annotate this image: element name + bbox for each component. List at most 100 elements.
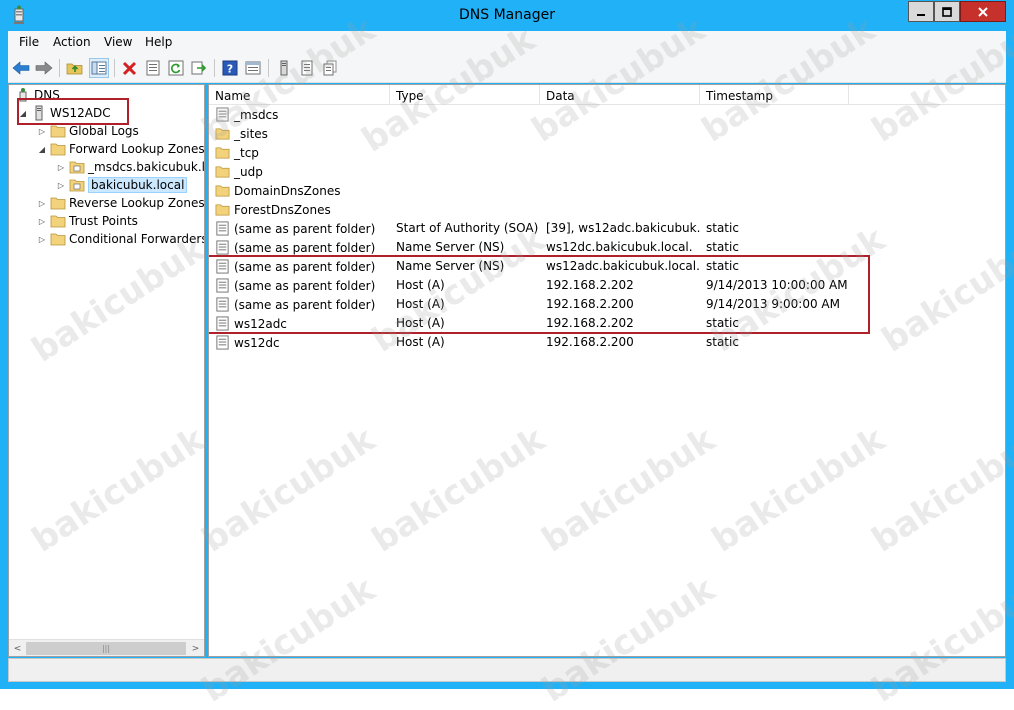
refresh-button[interactable]: [166, 58, 186, 78]
zone-folder-icon: [216, 107, 229, 122]
record-name: _tcp: [234, 145, 259, 160]
menu-file[interactable]: File: [19, 35, 39, 49]
table-row[interactable]: (same as parent folder) Host (A) 192.168…: [209, 276, 1005, 295]
scroll-thumb[interactable]: |||: [26, 642, 186, 655]
record-timestamp: static: [706, 259, 739, 273]
record-timestamp: static: [706, 221, 739, 235]
tree-label: Global Logs: [69, 124, 139, 138]
record-data: [39], ws12adc.bakicubuk.l...: [546, 221, 701, 235]
toolbar-separator: [268, 59, 269, 77]
record-type: Host (A): [396, 316, 445, 330]
record-data: 192.168.2.200: [546, 297, 634, 311]
up-folder-icon: [66, 63, 83, 75]
table-row[interactable]: DomainDnsZones: [209, 181, 1005, 200]
maximize-icon: [942, 6, 952, 17]
record-timestamp: static: [706, 240, 739, 254]
column-header-type[interactable]: Type: [390, 85, 540, 105]
title-bar[interactable]: DNS Manager: [0, 0, 1014, 31]
record-name: ForestDnsZones: [234, 202, 331, 217]
zone-icon: [69, 179, 85, 192]
collapsed-arrow-icon[interactable]: ▷: [55, 179, 67, 191]
show-hide-tree-button[interactable]: [89, 58, 109, 78]
toolbar: ?: [8, 53, 1006, 83]
menu-help[interactable]: Help: [145, 35, 172, 49]
menu-view[interactable]: View: [104, 35, 132, 49]
expanded-arrow-icon[interactable]: ◢: [17, 107, 29, 119]
delete-button[interactable]: [120, 58, 140, 78]
table-row[interactable]: _sites: [209, 124, 1005, 143]
tree-horizontal-scrollbar[interactable]: < ||| >: [9, 639, 204, 656]
tree-node-reverse-lookup-zones[interactable]: ▷ Reverse Lookup Zones: [36, 194, 204, 212]
export-list-button[interactable]: [189, 58, 209, 78]
properties-button[interactable]: [143, 58, 163, 78]
table-row[interactable]: _tcp: [209, 143, 1005, 162]
forward-arrow-icon: [35, 61, 53, 75]
back-button[interactable]: [11, 58, 31, 78]
table-row[interactable]: (same as parent folder) Start of Authori…: [209, 219, 1005, 238]
record-name: (same as parent folder): [234, 259, 376, 274]
tree-node-dns[interactable]: DNS: [13, 86, 60, 104]
help-button[interactable]: ?: [220, 58, 240, 78]
column-header-data[interactable]: Data: [540, 85, 700, 105]
record-data: ws12adc.bakicubuk.local.: [546, 259, 700, 273]
properties-icon: [146, 60, 160, 76]
record-type: Name Server (NS): [396, 240, 505, 254]
close-icon: [978, 6, 988, 17]
expanded-arrow-icon[interactable]: ◢: [36, 143, 48, 155]
table-row[interactable]: _udp: [209, 162, 1005, 181]
toolbar-separator: [214, 59, 215, 77]
record-name: DomainDnsZones: [234, 183, 341, 198]
record-type: Host (A): [396, 297, 445, 311]
close-button[interactable]: [960, 1, 1006, 22]
table-row[interactable]: (same as parent folder) Name Server (NS)…: [209, 238, 1005, 257]
minimize-button[interactable]: [908, 1, 934, 22]
folder-icon: [215, 166, 230, 178]
console-tree-pane[interactable]: DNS ◢ WS12ADC ▷ Global Logs ◢ Forward Lo…: [8, 84, 205, 657]
tree-node-trust-points[interactable]: ▷ Trust Points: [36, 212, 138, 230]
tree-node-global-logs[interactable]: ▷ Global Logs: [36, 122, 139, 140]
up-one-level-button[interactable]: [65, 58, 85, 78]
record-list-button[interactable]: [297, 58, 317, 78]
server-button[interactable]: [274, 58, 294, 78]
tree-node-ws12adc[interactable]: ◢ WS12ADC: [17, 104, 111, 122]
results-pane[interactable]: Name Type Data Timestamp _msdcs _sites _…: [208, 84, 1006, 657]
table-row[interactable]: ws12dc Host (A) 192.168.2.200 static: [209, 333, 1005, 352]
table-row[interactable]: ws12adc Host (A) 192.168.2.202 static: [209, 314, 1005, 333]
window-title: DNS Manager: [459, 7, 555, 23]
column-header-name[interactable]: Name: [209, 85, 390, 105]
forward-button[interactable]: [34, 58, 54, 78]
collapsed-arrow-icon[interactable]: ▷: [36, 197, 48, 209]
table-row[interactable]: ForestDnsZones: [209, 200, 1005, 219]
copy-records-button[interactable]: [320, 58, 340, 78]
toolbar-separator: [59, 59, 60, 77]
column-header-timestamp[interactable]: Timestamp: [700, 85, 849, 105]
list-header: Name Type Data Timestamp: [209, 85, 1005, 105]
table-row[interactable]: (same as parent folder) Name Server (NS)…: [209, 257, 1005, 276]
collapsed-arrow-icon[interactable]: ▷: [36, 125, 48, 137]
tree-node-forward-lookup-zones[interactable]: ◢ Forward Lookup Zones: [36, 140, 204, 158]
scroll-left-icon[interactable]: <: [10, 642, 25, 655]
record-icon: [216, 240, 229, 255]
table-row[interactable]: (same as parent folder) Host (A) 192.168…: [209, 295, 1005, 314]
maximize-button[interactable]: [934, 1, 960, 22]
tree-node-conditional-forwarders[interactable]: ▷ Conditional Forwarders: [36, 230, 204, 248]
folder-icon: [50, 125, 66, 138]
table-row[interactable]: _msdcs: [209, 105, 1005, 124]
menu-action[interactable]: Action: [53, 35, 91, 49]
collapsed-arrow-icon[interactable]: ▷: [36, 233, 48, 245]
record-icon: [216, 278, 229, 293]
tree-node-msdcs-zone[interactable]: ▷ _msdcs.bakicubuk.lo: [55, 158, 205, 176]
folder-icon: [215, 204, 230, 216]
folder-icon: [50, 143, 66, 156]
menu-bar: File Action View Help: [8, 31, 1006, 53]
refresh-icon: [168, 60, 184, 76]
export-list-icon: [191, 61, 207, 75]
tree-label: _msdcs.bakicubuk.lo: [88, 160, 205, 174]
collapsed-arrow-icon[interactable]: ▷: [36, 215, 48, 227]
collapsed-arrow-icon[interactable]: ▷: [55, 161, 67, 173]
scroll-right-icon[interactable]: >: [188, 642, 203, 655]
record-type: Name Server (NS): [396, 259, 505, 273]
tree-node-bakicubuk-local[interactable]: ▷ bakicubuk.local: [55, 176, 188, 194]
console-button[interactable]: [243, 58, 263, 78]
copy-records-icon: [323, 60, 337, 76]
